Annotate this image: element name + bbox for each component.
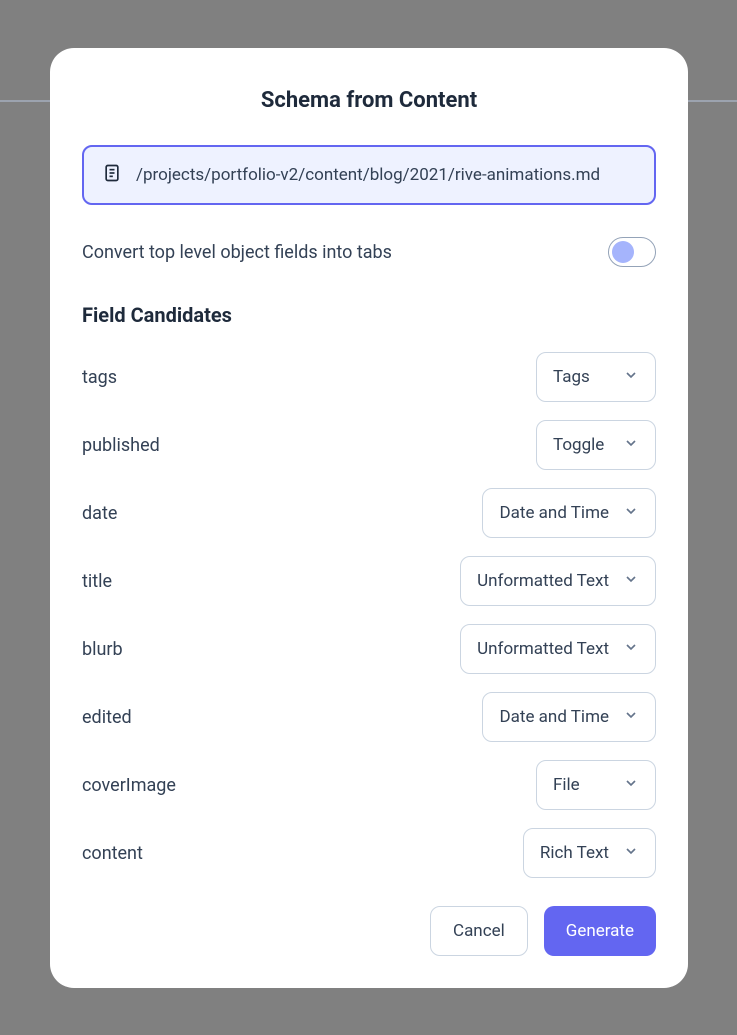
field-type-select[interactable]: Rich Text [523, 828, 656, 878]
field-name-label: tags [82, 367, 117, 388]
field-type-select[interactable]: Tags [536, 352, 656, 402]
cancel-button[interactable]: Cancel [430, 906, 528, 956]
chevron-down-icon [623, 775, 639, 795]
file-path-text: /projects/portfolio-v2/content/blog/2021… [136, 165, 600, 185]
field-type-select[interactable]: Unformatted Text [460, 556, 656, 606]
field-row: blurb Unformatted Text [82, 623, 656, 675]
chevron-down-icon [623, 639, 639, 659]
field-row: coverImage File [82, 759, 656, 811]
file-path-input[interactable]: /projects/portfolio-v2/content/blog/2021… [82, 145, 656, 205]
schema-modal: Schema from Content /projects/portfolio-… [50, 48, 688, 988]
field-type-value: Unformatted Text [477, 571, 609, 591]
fields-list: tags Tags published Toggle date Date and… [82, 351, 656, 882]
field-row: title Unformatted Text [82, 555, 656, 607]
field-row: date Date and Time [82, 487, 656, 539]
document-icon [102, 163, 122, 187]
chevron-down-icon [623, 367, 639, 387]
field-name-label: coverImage [82, 775, 176, 796]
field-type-value: Toggle [553, 435, 604, 455]
chevron-down-icon [623, 503, 639, 523]
convert-tabs-label: Convert top level object fields into tab… [82, 242, 392, 263]
chevron-down-icon [623, 571, 639, 591]
generate-button[interactable]: Generate [544, 906, 656, 956]
chevron-down-icon [623, 843, 639, 863]
field-name-label: edited [82, 707, 132, 728]
field-type-value: File [553, 775, 580, 795]
modal-title: Schema from Content [82, 88, 656, 113]
field-type-value: Rich Text [540, 843, 609, 863]
field-type-value: Date and Time [499, 503, 609, 523]
toggle-knob [612, 241, 634, 263]
field-name-label: blurb [82, 639, 123, 660]
chevron-down-icon [623, 707, 639, 727]
field-name-label: date [82, 503, 117, 524]
convert-tabs-toggle[interactable] [608, 237, 656, 267]
field-type-select[interactable]: Unformatted Text [460, 624, 656, 674]
field-name-label: published [82, 435, 160, 456]
field-row: content Rich Text [82, 827, 656, 879]
field-row: tags Tags [82, 351, 656, 403]
field-name-label: title [82, 571, 112, 592]
field-type-select[interactable]: Toggle [536, 420, 656, 470]
field-type-select[interactable]: Date and Time [482, 692, 656, 742]
field-type-value: Unformatted Text [477, 639, 609, 659]
field-candidates-heading: Field Candidates [82, 303, 656, 327]
field-row: edited Date and Time [82, 691, 656, 743]
field-type-value: Date and Time [499, 707, 609, 727]
field-name-label: content [82, 843, 143, 864]
convert-tabs-row: Convert top level object fields into tab… [82, 237, 656, 267]
field-type-select[interactable]: Date and Time [482, 488, 656, 538]
modal-actions: Cancel Generate [82, 906, 656, 956]
chevron-down-icon [623, 435, 639, 455]
field-type-value: Tags [553, 367, 590, 387]
field-type-select[interactable]: File [536, 760, 656, 810]
field-row: published Toggle [82, 419, 656, 471]
